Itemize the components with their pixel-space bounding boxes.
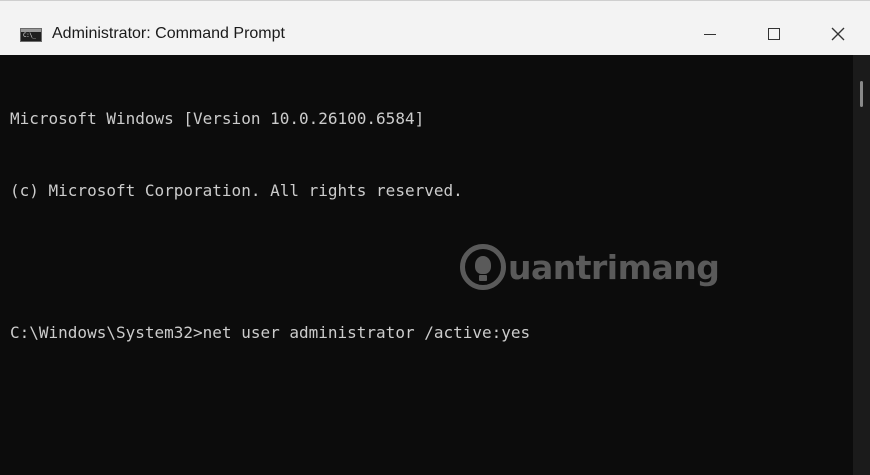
lightbulb-logo-icon: [460, 244, 506, 290]
title-bar[interactable]: C:\_ Administrator: Command Prompt: [0, 1, 870, 55]
bulb-base: [479, 275, 487, 281]
console-app-icon[interactable]: C:\_: [20, 28, 42, 42]
close-icon: [831, 27, 845, 41]
console-line-version: Microsoft Windows [Version 10.0.26100.65…: [10, 109, 425, 128]
close-button[interactable]: [806, 13, 870, 55]
vertical-scrollbar[interactable]: [853, 55, 870, 475]
scrollbar-thumb[interactable]: [860, 81, 863, 107]
command-prompt-window: C:\_ Administrator: Command Prompt Micro…: [0, 0, 870, 475]
minimize-button[interactable]: [678, 13, 742, 55]
console-line-copyright: (c) Microsoft Corporation. All rights re…: [10, 181, 463, 200]
window-title: Administrator: Command Prompt: [52, 25, 285, 42]
icon-prompt-glyph: C:\_: [23, 32, 36, 39]
maximize-button[interactable]: [742, 13, 806, 55]
console-output[interactable]: Microsoft Windows [Version 10.0.26100.65…: [0, 55, 853, 475]
minimize-icon: [704, 33, 716, 35]
console-line-command: C:\Windows\System32>net user administrat…: [10, 323, 531, 342]
watermark: uantrimang: [460, 237, 720, 297]
watermark-text: uantrimang: [508, 247, 720, 287]
maximize-icon: [768, 28, 780, 40]
bulb-shape: [475, 256, 491, 274]
